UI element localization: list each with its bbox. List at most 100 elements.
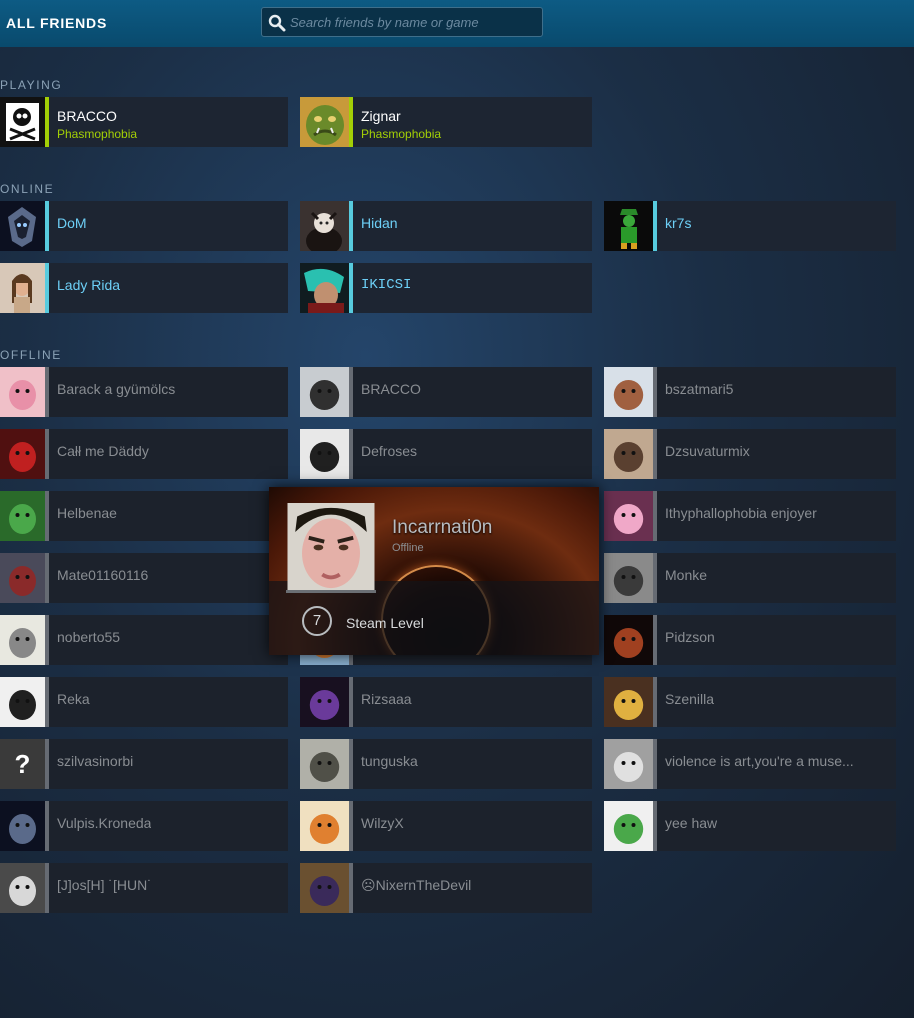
friend-item[interactable]: BRACCO Phasmophobia	[0, 97, 288, 147]
friend-name: kr7s	[665, 215, 692, 231]
friend-item[interactable]: Rizsaaa	[300, 677, 592, 727]
friend-name: Reka	[57, 691, 90, 707]
friend-item[interactable]: Lady Rida	[0, 263, 288, 313]
popup-status: Offline	[392, 542, 424, 554]
friend-name: WilzyX	[361, 815, 404, 831]
status-bar	[349, 801, 353, 851]
avatar	[604, 491, 653, 541]
friend-item[interactable]: ? szilvasinorbi	[0, 739, 288, 789]
status-bar	[45, 553, 49, 603]
friend-name: Lady Rida	[57, 277, 121, 293]
friend-name: Dzsuvaturmix	[665, 443, 750, 459]
avatar	[604, 367, 653, 417]
avatar	[300, 739, 349, 789]
friend-name: szilvasinorbi	[57, 753, 134, 769]
avatar	[300, 201, 349, 251]
avatar	[300, 863, 349, 913]
avatar	[0, 263, 45, 313]
friend-item[interactable]: Defroses	[300, 429, 592, 479]
status-bar	[653, 553, 657, 603]
avatar	[0, 863, 45, 913]
friend-name: Monke	[665, 567, 708, 583]
friend-item[interactable]: tunguska	[300, 739, 592, 789]
steam-level-badge: 7	[302, 606, 332, 636]
friend-name: BRACCO	[57, 108, 117, 124]
search-input[interactable]	[290, 12, 538, 32]
friend-item[interactable]: yee haw	[604, 801, 896, 851]
friend-item[interactable]: Helbenae	[0, 491, 288, 541]
avatar	[0, 801, 45, 851]
avatar	[300, 429, 349, 479]
friend-item[interactable]: bszatmari5	[604, 367, 896, 417]
status-bar	[653, 201, 657, 251]
search-box[interactable]	[261, 7, 543, 37]
status-bar	[349, 97, 353, 147]
friend-item[interactable]: Dzsuvaturmix	[604, 429, 896, 479]
avatar	[300, 367, 349, 417]
popup-avatar	[286, 503, 376, 593]
friend-item[interactable]: Barack a gyümölcs	[0, 367, 288, 417]
status-bar	[349, 429, 353, 479]
status-bar	[349, 863, 353, 913]
status-bar	[45, 263, 49, 313]
avatar	[0, 367, 45, 417]
status-bar	[653, 367, 657, 417]
friend-name: yee haw	[665, 815, 718, 831]
friend-name: Całł me Däddy	[57, 443, 149, 459]
friend-name: Barack a gyümölcs	[57, 381, 176, 397]
friend-item[interactable]: violence is art,you're a muse...	[604, 739, 896, 789]
status-bar	[653, 801, 657, 851]
friend-name: tunguska	[361, 753, 418, 769]
avatar	[604, 429, 653, 479]
friend-item[interactable]: Szenilla	[604, 677, 896, 727]
friend-item[interactable]: WilzyX	[300, 801, 592, 851]
friend-name: Hidan	[361, 215, 398, 231]
friend-item[interactable]: Ithyphallophobia enjoyer	[604, 491, 896, 541]
status-bar	[45, 201, 49, 251]
friend-name: Rizsaaa	[361, 691, 412, 707]
friend-item[interactable]: Zignar Phasmophobia	[300, 97, 592, 147]
friend-name: ☹NixernTheDevil	[361, 877, 472, 893]
section-label-playing: PLAYING	[0, 78, 63, 92]
friend-item[interactable]: Vulpis.Kroneda	[0, 801, 288, 851]
friend-item[interactable]: kr7s	[604, 201, 896, 251]
friend-item[interactable]: BRACCO	[300, 367, 592, 417]
avatar	[300, 677, 349, 727]
avatar	[300, 263, 349, 313]
friend-item[interactable]: Hidan	[300, 201, 592, 251]
popup-name: Incarrnati0n	[392, 517, 493, 538]
friend-name: bszatmari5	[665, 381, 734, 397]
avatar	[300, 801, 349, 851]
status-bar	[45, 491, 49, 541]
friend-item[interactable]: [J]os[H] ˙[HUN˙	[0, 863, 288, 913]
friend-item[interactable]: IKICSI	[300, 263, 592, 313]
friend-item[interactable]: noberto55	[0, 615, 288, 665]
friend-item[interactable]: Całł me Däddy	[0, 429, 288, 479]
avatar: ?	[0, 739, 45, 789]
status-bar	[45, 429, 49, 479]
friend-item[interactable]: Pidzson	[604, 615, 896, 665]
status-bar	[45, 367, 49, 417]
avatar	[0, 97, 45, 147]
svg-text:?: ?	[15, 749, 31, 779]
friend-name: BRACCO	[361, 381, 421, 397]
status-bar	[653, 615, 657, 665]
status-bar	[653, 429, 657, 479]
friend-name: Defroses	[361, 443, 418, 459]
friend-item[interactable]: Mate01160116	[0, 553, 288, 603]
status-bar	[653, 739, 657, 789]
avatar	[604, 677, 653, 727]
friend-item[interactable]: DoM	[0, 201, 288, 251]
friend-game: Phasmophobia	[361, 127, 442, 141]
friend-item[interactable]: Monke	[604, 553, 896, 603]
friend-item[interactable]: ☹NixernTheDevil	[300, 863, 592, 913]
avatar	[300, 97, 349, 147]
section-label-offline: OFFLINE	[0, 348, 62, 362]
status-bar	[349, 367, 353, 417]
friend-name: DoM	[57, 215, 87, 231]
status-bar	[349, 263, 353, 313]
section-label-online: ONLINE	[0, 182, 55, 196]
friend-item[interactable]: Reka	[0, 677, 288, 727]
avatar	[604, 801, 653, 851]
header-bar: ALL FRIENDS	[0, 0, 914, 47]
